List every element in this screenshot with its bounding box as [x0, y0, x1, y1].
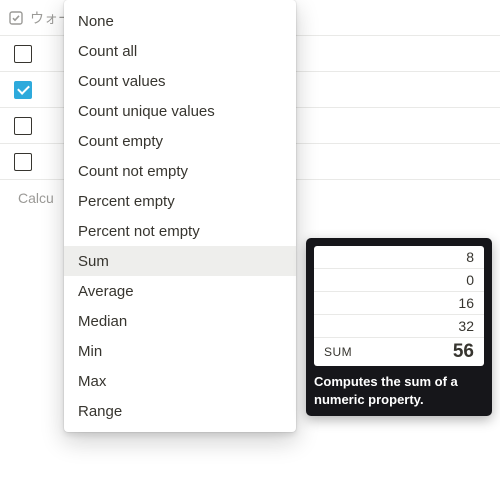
checkbox-checked-icon[interactable] — [14, 81, 32, 99]
menu-item-count-not-empty[interactable]: Count not empty — [64, 156, 296, 186]
menu-item-max[interactable]: Max — [64, 366, 296, 396]
preview-value: 32 — [314, 315, 484, 338]
menu-item-percent-empty[interactable]: Percent empty — [64, 186, 296, 216]
sum-preview: 8 0 16 32 SUM 56 — [314, 246, 484, 366]
calculate-button[interactable]: Calcu — [18, 190, 54, 206]
preview-value: 0 — [314, 269, 484, 292]
checkbox-unchecked-icon[interactable] — [14, 153, 32, 171]
menu-item-range[interactable]: Range — [64, 396, 296, 426]
preview-value: 8 — [314, 246, 484, 269]
menu-item-sum[interactable]: Sum — [64, 246, 296, 276]
menu-item-none[interactable]: None — [64, 6, 296, 36]
checkbox-unchecked-icon[interactable] — [14, 117, 32, 135]
sum-tooltip: 8 0 16 32 SUM 56 Computes the sum of a n… — [306, 238, 492, 416]
menu-item-count-all[interactable]: Count all — [64, 36, 296, 66]
menu-item-count-unique[interactable]: Count unique values — [64, 96, 296, 126]
checkbox-column-icon — [8, 10, 24, 26]
preview-value: 16 — [314, 292, 484, 315]
tooltip-description: Computes the sum of a numeric property. — [314, 373, 484, 408]
menu-item-count-values[interactable]: Count values — [64, 66, 296, 96]
checkbox-unchecked-icon[interactable] — [14, 45, 32, 63]
menu-item-percent-not-empty[interactable]: Percent not empty — [64, 216, 296, 246]
sum-label: SUM — [324, 345, 352, 359]
menu-item-count-empty[interactable]: Count empty — [64, 126, 296, 156]
aggregate-menu: None Count all Count values Count unique… — [64, 0, 296, 432]
sum-value: 56 — [453, 341, 474, 363]
menu-item-average[interactable]: Average — [64, 276, 296, 306]
menu-item-median[interactable]: Median — [64, 306, 296, 336]
preview-sum-row: SUM 56 — [314, 338, 484, 366]
menu-item-min[interactable]: Min — [64, 336, 296, 366]
